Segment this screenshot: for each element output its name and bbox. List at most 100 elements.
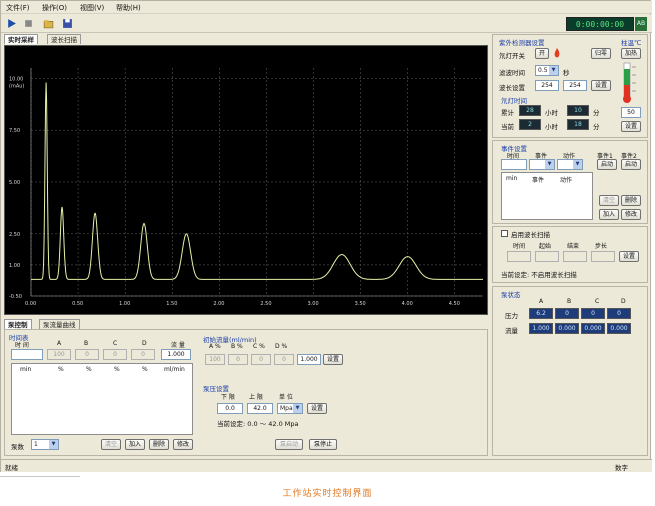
pressure-unit-select[interactable]: Mpa ▼ [277, 403, 303, 414]
column-temp-title: 柱温℃ [621, 39, 642, 47]
event-clear-button[interactable]: 清空 [599, 195, 619, 206]
scan-start-header: 起始 [539, 243, 552, 250]
event-panel: 事件设置 时间 事件 动作 事件1 事件2 ▼ ▼ 启动 启动 min 事件 动… [492, 140, 648, 224]
lamp-toggle-button[interactable]: 开 [535, 48, 549, 59]
event-time-input[interactable] [501, 159, 527, 170]
open-file-icon[interactable] [43, 18, 54, 29]
action-select[interactable]: ▼ [557, 159, 583, 170]
b-header: B [84, 340, 89, 347]
lamp-label: 氘灯开关 [499, 52, 525, 60]
wavelength-input-1[interactable]: 254 [535, 80, 559, 91]
pump-status-panel: 泵状态 A B C D 压力 6.2 0 0 0 流量 1.000 0.000 … [492, 286, 648, 456]
flow-input[interactable]: 1.000 [161, 349, 191, 360]
event-list[interactable]: min 事件 动作 [501, 172, 593, 220]
list-a-header: % [58, 366, 64, 373]
pump-stop-button[interactable]: 泵停止 [309, 439, 337, 450]
scan-set-button[interactable]: 设置 [619, 251, 639, 262]
chevron-down-icon: ▼ [49, 440, 58, 449]
initial-b-input[interactable]: 0 [228, 354, 248, 365]
a-input[interactable]: 100 [47, 349, 71, 360]
wavelength-set-button[interactable]: 设置 [591, 80, 611, 91]
scan-time-input[interactable] [507, 251, 531, 262]
a-header: A [57, 340, 62, 347]
pump-count-select[interactable]: 1 ▼ [31, 439, 59, 450]
event-select[interactable]: ▼ [529, 159, 555, 170]
filter-value: 0.5 [538, 67, 548, 74]
tab-realtime-sampling[interactable]: 实时采样 [4, 34, 38, 44]
initial-c-input[interactable]: 0 [251, 354, 271, 365]
app-window: 文件(F) 操作(O) 视图(V) 帮助(H) 0:00:00:00 AB 实时… [0, 0, 652, 472]
tab-pump-control[interactable]: 泵控制 [4, 319, 32, 329]
c-input[interactable]: 0 [103, 349, 127, 360]
time-modify-button[interactable]: 修改 [173, 439, 193, 450]
pressure-current-setting: 当前设定: 0.0 ～ 42.0 Mpa [217, 420, 299, 428]
current-hours: 2 [519, 119, 541, 130]
event-delete-button[interactable]: 删除 [621, 195, 641, 206]
pressure-set-button[interactable]: 设置 [307, 403, 327, 414]
d-input[interactable]: 0 [131, 349, 155, 360]
menu-operate[interactable]: 操作(O) [42, 3, 67, 13]
pressure-upper-header: 上 限 [249, 394, 263, 401]
initial-d-input[interactable]: 0 [274, 354, 294, 365]
x-tick-label: 2.00 [213, 301, 224, 307]
pressure-b: 0 [555, 308, 579, 319]
time-clear-button[interactable]: 清空 [101, 439, 121, 450]
time-table-list[interactable]: min % % % % ml/min [11, 363, 193, 435]
tab-pump-flow-curve[interactable]: 泵流量曲线 [39, 319, 80, 329]
figure-caption: 工作站实时控制界面 [282, 489, 373, 499]
status-d-header: D [621, 298, 626, 305]
total-minutes-unit: 分 [593, 109, 600, 117]
initial-d-header: D % [275, 343, 288, 350]
time-add-button[interactable]: 加入 [125, 439, 145, 450]
zero-button[interactable]: 归零 [591, 48, 611, 59]
temperature-set-button[interactable]: 设置 [621, 121, 641, 132]
flow-d: 0.000 [607, 323, 631, 334]
initial-a-input[interactable]: 100 [205, 354, 225, 365]
total-label: 累计 [501, 109, 514, 117]
filter-select[interactable]: 0.5 ▼ [535, 65, 559, 76]
current-minutes-unit: 分 [593, 123, 600, 131]
chromatogram-chart: 10.00 7.50 5.00 2.50 1.00 -0.50 (mAu) 0.00 0.50 1… [4, 45, 488, 315]
scan-current-setting: 当前设定: 不启用波长扫描 [501, 271, 577, 279]
event2-start-button[interactable]: 启动 [621, 159, 641, 170]
x-tick-label: 0.00 [25, 301, 36, 307]
status-ready: 就绪 [5, 464, 18, 472]
chevron-down-icon: ▼ [549, 66, 558, 75]
menu-view[interactable]: 视图(V) [80, 3, 104, 13]
event-add-button[interactable]: 加入 [599, 209, 619, 220]
chevron-down-icon: ▼ [293, 404, 302, 413]
list-min-header: min [20, 366, 32, 373]
scan-start-input[interactable] [535, 251, 559, 262]
lamp-time-title: 氘灯时间 [501, 97, 527, 105]
play-icon[interactable] [6, 18, 17, 29]
wavelength-scan-panel: 启用波长扫描 时间 起始 结束 步长 设置 当前设定: 不启用波长扫描 [492, 226, 648, 283]
save-icon[interactable] [62, 18, 73, 29]
initial-flow-input[interactable]: 1.000 [297, 354, 321, 365]
wavelength-input-2[interactable]: 254 [563, 80, 587, 91]
event1-start-button[interactable]: 启动 [597, 159, 617, 170]
stop-icon[interactable] [23, 18, 34, 29]
y-tick-label: 1.00 [9, 263, 20, 269]
pressure-upper-input[interactable]: 42.0 [247, 403, 273, 414]
event-list-event-header: 事件 [532, 177, 545, 184]
wavelength-scan-checkbox[interactable] [501, 230, 508, 237]
scan-end-input[interactable] [563, 251, 587, 262]
flow-a: 1.000 [529, 323, 553, 334]
scan-step-input[interactable] [591, 251, 615, 262]
initial-flow-set-button[interactable]: 设置 [323, 354, 343, 365]
menu-bar: 文件(F) 操作(O) 视图(V) 帮助(H) [1, 1, 652, 14]
event-modify-button[interactable]: 修改 [621, 209, 641, 220]
time-delete-button[interactable]: 删除 [149, 439, 169, 450]
total-hours-unit: 小时 [545, 109, 558, 117]
heat-button[interactable]: 加热 [621, 48, 641, 59]
chevron-down-icon: ▼ [545, 160, 554, 169]
pressure-lower-input[interactable]: 0.0 [217, 403, 243, 414]
tab-wavelength-scan[interactable]: 波长扫描 [47, 34, 81, 44]
pump-start-button[interactable]: 泵启动 [275, 439, 303, 450]
menu-file[interactable]: 文件(F) [6, 3, 30, 13]
time-input[interactable] [11, 349, 43, 360]
total-minutes: 10 [567, 105, 589, 116]
menu-help[interactable]: 帮助(H) [116, 3, 141, 13]
b-input[interactable]: 0 [75, 349, 99, 360]
temperature-input[interactable]: 50 [621, 107, 641, 118]
